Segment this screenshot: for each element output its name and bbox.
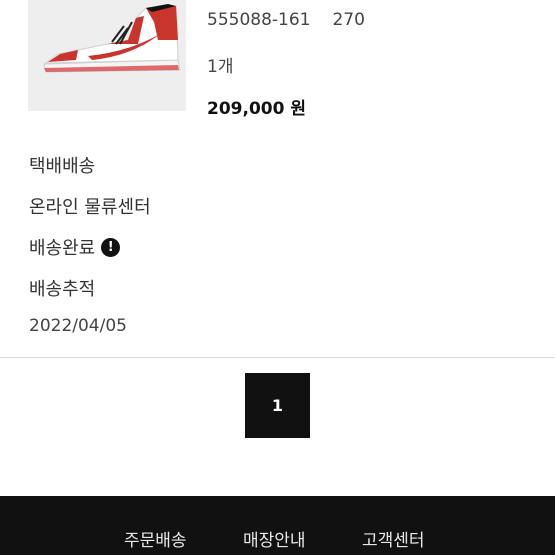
product-thumbnail[interactable] (28, 0, 186, 111)
page-button-1[interactable]: 1 (245, 373, 310, 438)
sneaker-image-icon (43, 4, 181, 73)
product-price: 209,000 원 (207, 99, 306, 119)
exclamation-icon[interactable]: ! (101, 237, 121, 257)
tracking-link[interactable]: 배송추적 (29, 275, 95, 301)
product-quantity: 1개 (207, 57, 234, 77)
footer-link-stores[interactable]: 매장안내 (243, 526, 306, 551)
fulfillment-center: 온라인 물류센터 (29, 197, 151, 218)
footer: 주문배송 매장안내 고객센터 (0, 496, 555, 555)
delivery-method: 택배배송 (29, 156, 96, 177)
product-size: 270 (332, 10, 365, 30)
delivery-date: 2022/04/05 (29, 316, 127, 336)
product-code-row: 555088-161 270 (207, 10, 365, 30)
divider (0, 357, 555, 358)
footer-link-customer-center[interactable]: 고객센터 (362, 526, 425, 551)
style-code: 555088-161 (207, 10, 311, 30)
footer-link-orders[interactable]: 주문배송 (124, 526, 187, 551)
delivery-status-row: 배송완료 ! (29, 234, 121, 260)
delivery-status: 배송완료 (29, 238, 96, 259)
